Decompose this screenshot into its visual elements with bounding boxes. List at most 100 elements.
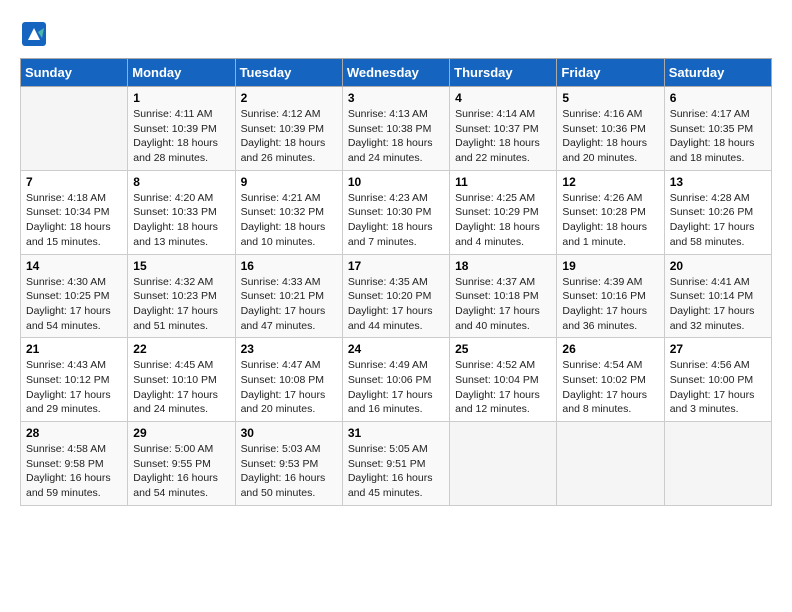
day-info: Sunrise: 4:11 AMSunset: 10:39 PMDaylight… [133,107,229,166]
calendar: SundayMondayTuesdayWednesdayThursdayFrid… [20,58,772,506]
calendar-cell: 24 Sunrise: 4:49 AMSunset: 10:06 PMDaylig… [342,338,449,422]
day-info: Sunrise: 4:18 AMSunset: 10:34 PMDaylight… [26,191,122,250]
calendar-week-0: 1 Sunrise: 4:11 AMSunset: 10:39 PMDayligh… [21,87,772,171]
day-info: Sunrise: 4:26 AMSunset: 10:28 PMDaylight… [562,191,658,250]
calendar-cell: 2 Sunrise: 4:12 AMSunset: 10:39 PMDayligh… [235,87,342,171]
calendar-cell: 18 Sunrise: 4:37 AMSunset: 10:18 PMDaylig… [450,254,557,338]
calendar-cell: 31Sunrise: 5:05 AMSunset: 9:51 PMDayligh… [342,422,449,506]
day-number: 13 [670,175,766,189]
day-info: Sunrise: 4:23 AMSunset: 10:30 PMDaylight… [348,191,444,250]
logo [20,20,52,48]
day-number: 4 [455,91,551,105]
day-info: Sunrise: 4:56 AMSunset: 10:00 PMDaylight… [670,358,766,417]
day-info: Sunrise: 4:58 AMSunset: 9:58 PMDaylight:… [26,442,122,501]
day-number: 11 [455,175,551,189]
calendar-cell: 21 Sunrise: 4:43 AMSunset: 10:12 PMDaylig… [21,338,128,422]
calendar-cell [557,422,664,506]
day-number: 19 [562,259,658,273]
day-info: Sunrise: 4:35 AMSunset: 10:20 PMDaylight… [348,275,444,334]
calendar-week-1: 7 Sunrise: 4:18 AMSunset: 10:34 PMDayligh… [21,170,772,254]
calendar-cell [450,422,557,506]
day-info: Sunrise: 4:47 AMSunset: 10:08 PMDaylight… [241,358,337,417]
day-header-monday: Monday [128,59,235,87]
day-info: Sunrise: 4:32 AMSunset: 10:23 PMDaylight… [133,275,229,334]
calendar-cell: 3Sunrise: 4:13 AMSunset: 10:38 PMDayligh… [342,87,449,171]
calendar-cell: 26Sunrise: 4:54 AMSunset: 10:02 PMDaylig… [557,338,664,422]
day-header-saturday: Saturday [664,59,771,87]
calendar-cell: 30Sunrise: 5:03 AMSunset: 9:53 PMDayligh… [235,422,342,506]
day-number: 28 [26,426,122,440]
calendar-cell: 8Sunrise: 4:20 AMSunset: 10:33 PMDayligh… [128,170,235,254]
day-number: 22 [133,342,229,356]
day-info: Sunrise: 4:21 AMSunset: 10:32 PMDaylight… [241,191,337,250]
calendar-cell: 10 Sunrise: 4:23 AMSunset: 10:30 PMDaylig… [342,170,449,254]
day-info: Sunrise: 4:52 AMSunset: 10:04 PMDaylight… [455,358,551,417]
calendar-cell: 9 Sunrise: 4:21 AMSunset: 10:32 PMDayligh… [235,170,342,254]
day-number: 17 [348,259,444,273]
calendar-cell: 14Sunrise: 4:30 AMSunset: 10:25 PMDaylig… [21,254,128,338]
day-number: 21 [26,342,122,356]
day-number: 25 [455,342,551,356]
day-number: 15 [133,259,229,273]
calendar-cell: 11Sunrise: 4:25 AMSunset: 10:29 PMDaylig… [450,170,557,254]
calendar-cell: 22 Sunrise: 4:45 AMSunset: 10:10 PMDaylig… [128,338,235,422]
calendar-week-4: 28 Sunrise: 4:58 AMSunset: 9:58 PMDayligh… [21,422,772,506]
logo-icon [20,20,48,48]
calendar-cell: 28 Sunrise: 4:58 AMSunset: 9:58 PMDayligh… [21,422,128,506]
day-number: 3 [348,91,444,105]
calendar-cell: 29 Sunrise: 5:00 AMSunset: 9:55 PMDayligh… [128,422,235,506]
day-number: 1 [133,91,229,105]
calendar-cell: 23 Sunrise: 4:47 AMSunset: 10:08 PMDaylig… [235,338,342,422]
day-info: Sunrise: 4:20 AMSunset: 10:33 PMDaylight… [133,191,229,250]
day-number: 7 [26,175,122,189]
day-info: Sunrise: 4:37 AMSunset: 10:18 PMDaylight… [455,275,551,334]
day-number: 24 [348,342,444,356]
calendar-body: 1 Sunrise: 4:11 AMSunset: 10:39 PMDayligh… [21,87,772,506]
calendar-header: SundayMondayTuesdayWednesdayThursdayFrid… [21,59,772,87]
day-number: 2 [241,91,337,105]
day-info: Sunrise: 4:12 AMSunset: 10:39 PMDaylight… [241,107,337,166]
calendar-cell: 16 Sunrise: 4:33 AMSunset: 10:21 PMDaylig… [235,254,342,338]
calendar-cell [664,422,771,506]
day-number: 20 [670,259,766,273]
calendar-cell: 7 Sunrise: 4:18 AMSunset: 10:34 PMDayligh… [21,170,128,254]
calendar-cell: 13 Sunrise: 4:28 AMSunset: 10:26 PMDaylig… [664,170,771,254]
day-info: Sunrise: 4:45 AMSunset: 10:10 PMDaylight… [133,358,229,417]
day-info: Sunrise: 4:49 AMSunset: 10:06 PMDaylight… [348,358,444,417]
calendar-cell: 25 Sunrise: 4:52 AMSunset: 10:04 PMDaylig… [450,338,557,422]
day-info: Sunrise: 4:41 AMSunset: 10:14 PMDaylight… [670,275,766,334]
day-info: Sunrise: 4:43 AMSunset: 10:12 PMDaylight… [26,358,122,417]
day-number: 29 [133,426,229,440]
day-info: Sunrise: 4:54 AMSunset: 10:02 PMDaylight… [562,358,658,417]
day-number: 10 [348,175,444,189]
day-header-friday: Friday [557,59,664,87]
calendar-cell: 15 Sunrise: 4:32 AMSunset: 10:23 PMDaylig… [128,254,235,338]
calendar-cell: 19Sunrise: 4:39 AMSunset: 10:16 PMDaylig… [557,254,664,338]
day-number: 23 [241,342,337,356]
day-number: 18 [455,259,551,273]
day-info: Sunrise: 4:33 AMSunset: 10:21 PMDaylight… [241,275,337,334]
calendar-cell: 12 Sunrise: 4:26 AMSunset: 10:28 PMDaylig… [557,170,664,254]
calendar-cell: 20 Sunrise: 4:41 AMSunset: 10:14 PMDaylig… [664,254,771,338]
day-number: 16 [241,259,337,273]
day-header-sunday: Sunday [21,59,128,87]
day-header-wednesday: Wednesday [342,59,449,87]
calendar-cell: 1 Sunrise: 4:11 AMSunset: 10:39 PMDayligh… [128,87,235,171]
day-number: 12 [562,175,658,189]
day-info: Sunrise: 4:28 AMSunset: 10:26 PMDaylight… [670,191,766,250]
day-info: Sunrise: 5:05 AMSunset: 9:51 PMDaylight:… [348,442,444,501]
day-info: Sunrise: 4:14 AMSunset: 10:37 PMDaylight… [455,107,551,166]
day-info: Sunrise: 4:17 AMSunset: 10:35 PMDaylight… [670,107,766,166]
day-number: 9 [241,175,337,189]
calendar-cell: 4 Sunrise: 4:14 AMSunset: 10:37 PMDayligh… [450,87,557,171]
day-number: 27 [670,342,766,356]
day-header-tuesday: Tuesday [235,59,342,87]
calendar-cell: 5 Sunrise: 4:16 AMSunset: 10:36 PMDayligh… [557,87,664,171]
day-header-thursday: Thursday [450,59,557,87]
calendar-cell: 27 Sunrise: 4:56 AMSunset: 10:00 PMDaylig… [664,338,771,422]
day-info: Sunrise: 5:00 AMSunset: 9:55 PMDaylight:… [133,442,229,501]
calendar-cell [21,87,128,171]
day-number: 6 [670,91,766,105]
day-number: 5 [562,91,658,105]
day-info: Sunrise: 4:16 AMSunset: 10:36 PMDaylight… [562,107,658,166]
